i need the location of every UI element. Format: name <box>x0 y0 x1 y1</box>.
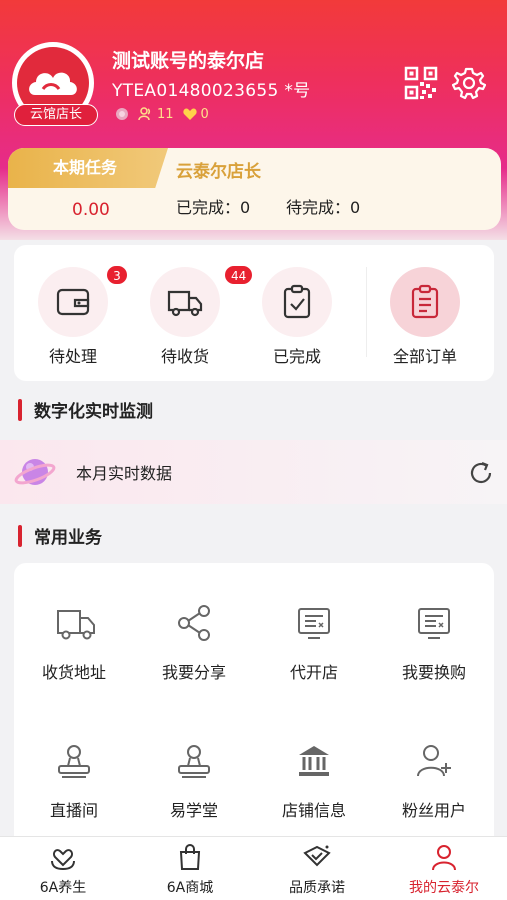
task-role: 云泰尔店长 <box>176 162 261 182</box>
role-badge: 云馆店长 <box>14 104 98 126</box>
task-done-count: 已完成：0 <box>176 198 251 217</box>
badge-check-icon <box>303 843 331 871</box>
task-tab[interactable]: 本期任务 <box>8 148 168 188</box>
monitor-row[interactable]: 本月实时数据 <box>0 440 507 504</box>
heart-hand-icon <box>49 843 77 871</box>
order-badge: 3 <box>106 265 128 285</box>
clipboard-list-icon <box>390 267 460 337</box>
tab-my-account[interactable]: 我的云泰尔 <box>381 837 507 900</box>
order-all[interactable]: 全部订单 <box>370 245 480 381</box>
people-icon <box>138 107 151 121</box>
wallet-icon <box>38 267 108 337</box>
section-title-services: 常用业务 <box>18 523 102 548</box>
service-label: 店铺信息 <box>281 801 346 820</box>
tab-label: 6A商城 <box>166 880 214 896</box>
service-open-store[interactable]: 代开店 <box>254 603 374 723</box>
monitor-icon <box>294 603 334 643</box>
heart-icon <box>182 108 197 120</box>
shop-name: 测试账号的泰尔店 <box>112 50 265 72</box>
section-title-text: 数字化实时监测 <box>34 402 153 422</box>
order-label: 全部订单 <box>392 347 457 366</box>
tab-quality-promise[interactable]: 品质承诺 <box>254 837 380 900</box>
followers-stat: 11 <box>138 106 174 122</box>
tab-label: 品质承诺 <box>289 880 345 896</box>
service-label: 直播间 <box>49 801 98 820</box>
medal-icon <box>114 106 130 122</box>
orders-card: 3 待处理 44 待收货 已完成 全部订单 <box>14 245 494 381</box>
truck-icon <box>54 603 95 643</box>
service-share[interactable]: 我要分享 <box>134 603 254 723</box>
add-user-icon <box>414 741 454 781</box>
gear-icon[interactable] <box>451 66 487 100</box>
task-amount: 0.00 <box>72 200 110 220</box>
bank-icon <box>294 741 334 781</box>
stamp-icon <box>54 741 94 781</box>
truck-icon <box>150 267 220 337</box>
tab-6a-mall[interactable]: 6A商城 <box>127 837 253 900</box>
monitor-label: 本月实时数据 <box>76 464 173 483</box>
order-label: 待处理 <box>48 347 97 366</box>
order-pending[interactable]: 3 待处理 <box>18 245 128 381</box>
stats-row: 11 0 <box>114 106 209 122</box>
service-exchange[interactable]: 我要换购 <box>374 603 494 723</box>
clipboard-check-icon <box>262 267 332 337</box>
tab-label: 6A养生 <box>39 880 87 896</box>
planet-icon <box>14 452 56 492</box>
service-label: 我要分享 <box>161 663 226 682</box>
likes-stat: 0 <box>182 106 209 122</box>
service-label: 代开店 <box>289 663 338 682</box>
divider <box>366 267 367 357</box>
task-pending-count: 待完成：0 <box>286 198 361 217</box>
stamp-icon <box>174 741 214 781</box>
task-card[interactable]: 本期任务 0.00 云泰尔店长 已完成：0 待完成：0 <box>8 148 501 230</box>
monitor-icon <box>414 603 454 643</box>
section-accent-bar <box>18 524 22 547</box>
bottom-tab-bar: 6A养生 6A商城 品质承诺 我的云泰尔 <box>0 836 507 900</box>
service-label: 易学堂 <box>169 801 218 820</box>
avatar[interactable]: 云馆店长 <box>12 42 98 128</box>
share-icon <box>174 603 214 643</box>
refresh-icon[interactable] <box>468 460 494 486</box>
service-label: 收货地址 <box>41 663 106 682</box>
section-accent-bar <box>18 398 22 421</box>
tab-6a-health[interactable]: 6A养生 <box>0 837 126 900</box>
order-completed[interactable]: 已完成 <box>242 245 352 381</box>
user-icon <box>430 843 458 871</box>
section-title-text: 常用业务 <box>34 528 102 548</box>
tab-label: 我的云泰尔 <box>409 880 479 896</box>
section-title-monitor: 数字化实时监测 <box>18 397 153 422</box>
order-label: 已完成 <box>272 347 321 366</box>
qr-code-icon[interactable] <box>404 66 438 100</box>
service-label: 我要换购 <box>401 663 466 682</box>
service-label: 粉丝用户 <box>401 801 466 820</box>
order-to-receive[interactable]: 44 待收货 <box>130 245 254 381</box>
order-label: 待收货 <box>160 347 209 366</box>
followers-count: 11 <box>157 106 174 122</box>
service-address[interactable]: 收货地址 <box>14 603 134 723</box>
services-card: 收货地址 我要分享 代开店 我要换购 直播间 易学堂 店铺信息 粉丝用户 <box>14 563 494 853</box>
likes-count: 0 <box>200 106 209 122</box>
account-id: YTEA01480023655 *号 <box>112 81 311 101</box>
shopping-bag-icon <box>176 843 204 871</box>
